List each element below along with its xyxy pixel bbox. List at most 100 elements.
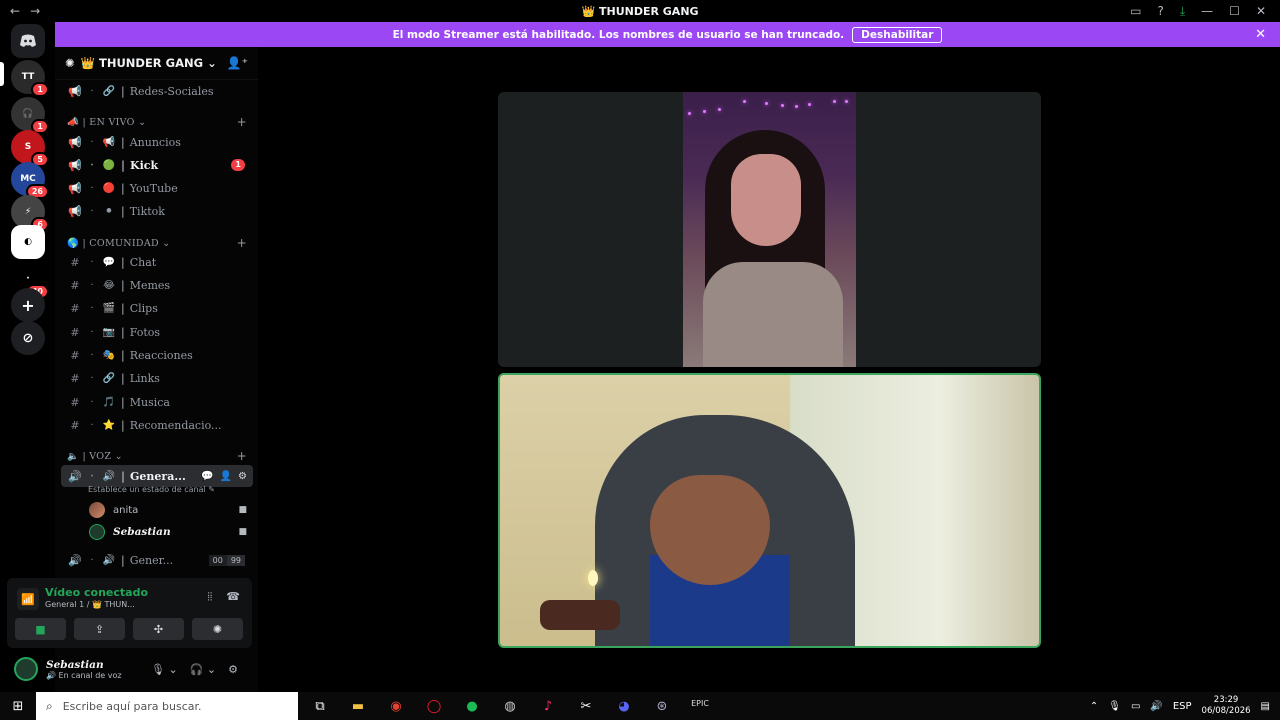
activities-button[interactable]: ✣ [133, 618, 184, 640]
file-explorer-icon[interactable]: ▬ [348, 699, 368, 714]
taskbar-clock[interactable]: 23:29 06/08/2026 [1202, 695, 1251, 717]
windows-start-icon[interactable]: ⊞ [0, 699, 36, 714]
avatar [89, 524, 105, 540]
hash-icon: # [70, 278, 80, 292]
crown-icon: 👑 [80, 56, 95, 70]
channel-recomendaciones[interactable]: # · ⭐ | Recomendacio... [61, 414, 253, 436]
invite-icon[interactable]: 👤 [220, 471, 232, 482]
screen-share-button[interactable]: ⇪ [74, 618, 125, 640]
channel-musica[interactable]: # · 🎵 | Musica [61, 391, 253, 413]
download-icon[interactable]: ⤓ [1180, 4, 1185, 19]
category-voz[interactable]: 🔈 | VOZ ⌄ + [67, 448, 247, 464]
mic-tray-icon[interactable]: 🎙 [1108, 701, 1121, 712]
disconnect-icon[interactable]: ☎ [226, 590, 240, 604]
discord-home-icon[interactable] [11, 24, 45, 58]
help-icon[interactable]: ? [1157, 4, 1163, 18]
minimize-icon[interactable]: — [1201, 4, 1213, 18]
channel-kick[interactable]: 📢 · 🟢 | Kick 1 [61, 154, 253, 176]
voice-status-sub[interactable]: General 1 / 👑 THUN... [45, 600, 135, 609]
hash-icon: # [70, 301, 80, 315]
app-icon[interactable]: ◍ [500, 699, 520, 714]
channel-clips[interactable]: # · 🎬 | Clips [61, 297, 253, 319]
discord-taskbar-icon[interactable]: ◕ [614, 699, 634, 714]
channel-redes-sociales[interactable]: 📢 · 🔗 | Redes-Sociales [61, 80, 253, 102]
soundboard-button[interactable]: ✺ [192, 618, 243, 640]
channel-memes[interactable]: # · 😂 | Memes [61, 274, 253, 296]
server-icon-4[interactable]: MC 26 [11, 162, 49, 199]
network-icon[interactable]: ▭ [1131, 701, 1140, 712]
server-icon-5[interactable]: ⚡ 6 [11, 195, 49, 232]
channel-tiktok[interactable]: 📢 · ⚫ | Tiktok [61, 200, 253, 222]
video-tile-anita[interactable] [498, 92, 1041, 367]
task-view-icon[interactable]: ⧉ [310, 699, 330, 714]
camera-button[interactable]: ■ [15, 618, 66, 640]
user-settings-gear-icon[interactable]: ⚙ [228, 663, 238, 676]
disable-streamer-mode-button[interactable]: Deshabilitar [852, 26, 943, 43]
voice-channel-general-2[interactable]: 🔊 · 🔊 | Gener... 00 99 [61, 549, 253, 571]
add-channel-icon[interactable]: + [237, 115, 247, 129]
hash-icon: # [70, 395, 80, 409]
chat-bubble-icon[interactable]: 💬 [201, 471, 213, 482]
notifications-icon[interactable]: ▤ [1261, 701, 1270, 712]
channel-status-prompt[interactable]: Establece un estado de canal ✎ [88, 485, 215, 494]
invite-people-icon[interactable]: 👤⁺ [227, 56, 248, 70]
channel-fotos[interactable]: # · 📷 | Fotos [61, 321, 253, 343]
tray-chevron-up-icon[interactable]: ⌃ [1090, 701, 1098, 712]
user-limit-badge: 00 99 [208, 554, 245, 566]
noise-suppression-icon[interactable]: ⦙⦙ [207, 590, 212, 604]
chrome-icon[interactable]: ◉ [386, 699, 406, 714]
server-header[interactable]: ✺ 👑 THUNDER GANG ⌄ 👤⁺ [55, 47, 258, 80]
user-status: 🔊 En canal de voz [46, 670, 122, 680]
user-avatar[interactable] [14, 657, 38, 681]
channel-reacciones[interactable]: # · 🎭 | Reacciones [61, 344, 253, 366]
volume-icon[interactable]: 🔊 [1150, 701, 1162, 712]
hash-icon: # [70, 255, 80, 269]
headphones-icon[interactable]: 🎧 ⌄ [190, 663, 216, 676]
voice-member-sebastian[interactable]: Sebastian ■ [89, 522, 247, 542]
settings-gear-icon[interactable]: ⚙ [238, 471, 247, 482]
channel-chat[interactable]: # · 💬 | Chat [61, 251, 253, 273]
spotify-icon[interactable]: ● [462, 699, 482, 714]
channel-youtube[interactable]: 📢 · 🔴 | YouTube [61, 177, 253, 199]
server-icon-2[interactable]: 🎧 1 [11, 97, 49, 134]
streamer-mode-banner: El modo Streamer está habilitado. Los no… [55, 22, 1280, 47]
opera-icon[interactable]: ◯ [424, 699, 444, 714]
channel-links[interactable]: # · 🔗 | Links [61, 367, 253, 389]
inbox-icon[interactable]: ▭ [1130, 4, 1141, 18]
link-emoji: 🔗 [102, 85, 116, 97]
username[interactable]: Sebastian [46, 659, 122, 671]
camera-icon: ■ [238, 527, 247, 537]
signal-icon[interactable]: 📶 [17, 588, 39, 610]
banner-close-icon[interactable]: ✕ [1255, 27, 1266, 42]
category-en-vivo[interactable]: 📣 | EN VIVO ⌄ + [67, 114, 247, 130]
category-comunidad[interactable]: 🌎 | COMUNIDAD ⌄ + [67, 235, 247, 251]
microphone-icon[interactable]: 🎙 ⌄ [151, 663, 178, 676]
taskbar-search-input[interactable]: ⌕ Escribe aquí para buscar. [36, 692, 298, 720]
back-arrow-icon[interactable]: ← [10, 4, 20, 18]
close-icon[interactable]: ✕ [1256, 4, 1266, 18]
capcut-icon[interactable]: ✂ [576, 699, 596, 714]
voice-member-anita[interactable]: anita ■ [89, 500, 247, 520]
add-channel-icon[interactable]: + [237, 236, 247, 250]
candle-flame [588, 570, 598, 586]
language-indicator[interactable]: ESP [1173, 701, 1192, 712]
server-icon-6[interactable]: ◐ [11, 225, 45, 259]
steam-icon[interactable]: ⊛ [652, 699, 672, 714]
server-icon-3[interactable]: S5 [11, 130, 49, 167]
maximize-icon[interactable]: ☐ [1229, 4, 1240, 18]
forward-arrow-icon[interactable]: → [30, 4, 40, 18]
tiktok-icon[interactable]: ♪ [538, 699, 558, 714]
channel-anuncios[interactable]: 📢 · 📢 | Anuncios [61, 131, 253, 153]
hash-icon: # [70, 348, 80, 362]
epic-games-icon[interactable]: EPIC [690, 699, 710, 714]
server-icon-1[interactable]: TT 1 [11, 60, 49, 97]
string-lights [683, 98, 856, 115]
voice-channel-general-1[interactable]: 🔊 · 🔊 | Genera... 💬 👤 ⚙ [61, 465, 253, 487]
add-channel-icon[interactable]: + [237, 449, 247, 463]
voice-status-title[interactable]: Vídeo conectado [45, 586, 148, 599]
title-bar: ← → 👑 THUNDER GANG ▭ ? ⤓ — ☐ ✕ [0, 0, 1280, 22]
add-server-icon[interactable]: + [11, 288, 45, 322]
explore-icon[interactable]: ⊘ [11, 321, 45, 355]
hash-icon: # [70, 418, 80, 432]
video-tile-sebastian[interactable] [498, 373, 1041, 648]
